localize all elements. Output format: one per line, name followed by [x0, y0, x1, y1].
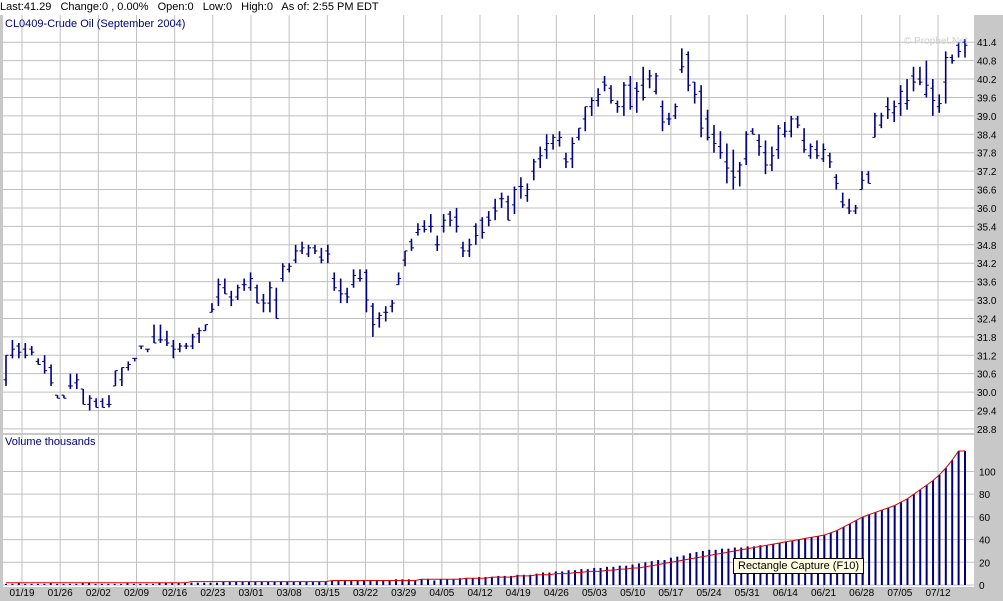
price-tick-label: 37.8 — [977, 149, 997, 160]
price-tick-label: 32.4 — [977, 314, 997, 325]
date-tick-label: 02/09 — [124, 588, 149, 599]
volume-tick-label: 60 — [979, 513, 991, 524]
date-tick-label: 06/28 — [849, 588, 874, 599]
price-tick-label: 33.0 — [977, 296, 997, 307]
chart-frame[interactable]: 41.4 40.8 40.2 39.6 39.0 38.4 37.8 37.2 36.6 36.0… — [0, 15, 1003, 601]
low-value: Low:0 — [202, 1, 233, 13]
change-value: Change:0 , 0.00% — [60, 1, 149, 13]
date-tick-label: 03/08 — [277, 588, 302, 599]
price-tick-label: 31.8 — [977, 333, 997, 344]
price-tick-label: 39.0 — [977, 112, 997, 123]
high-value: High:0 — [241, 1, 273, 13]
price-tick-label: 36.0 — [977, 204, 997, 215]
date-tick-label: 01/26 — [48, 588, 73, 599]
volume-chart-title: Volume thousands — [5, 436, 96, 448]
date-tick-label: 03/15 — [315, 588, 340, 599]
date-tick-label: 03/22 — [353, 588, 378, 599]
date-tick-label: 04/05 — [429, 588, 454, 599]
volume-tick-label: 100 — [979, 467, 996, 478]
date-tick-label: 02/16 — [162, 588, 187, 599]
volume-tick-label: 80 — [979, 490, 991, 501]
chart-canvas[interactable]: 41.4 40.8 40.2 39.6 39.0 38.4 37.8 37.2 36.6 36.0… — [0, 15, 1003, 601]
as-of-time: As of: 2:55 PM EDT — [281, 1, 379, 13]
price-tick-label: 28.8 — [977, 425, 997, 436]
price-axis: 41.4 40.8 40.2 39.6 39.0 38.4 37.8 37.2 36.6 36.0… — [977, 38, 997, 436]
price-tick-label: 29.4 — [977, 407, 997, 418]
price-tick-label: 33.6 — [977, 278, 997, 289]
date-tick-label: 01/19 — [9, 588, 34, 599]
volume-axis: 100 80 60 40 20 0 — [979, 467, 996, 592]
last-price: Last:41.29 — [0, 1, 52, 13]
price-tick-label: 35.4 — [977, 222, 997, 233]
open-value: Open:0 — [157, 1, 194, 13]
date-tick-label: 04/26 — [544, 588, 569, 599]
volume-tick-label: 20 — [979, 558, 991, 569]
price-tick-label: 37.2 — [977, 167, 997, 178]
price-tick-label: 41.4 — [977, 38, 997, 49]
tooltip: Rectangle Capture (F10) — [733, 558, 865, 574]
price-tick-label: 40.2 — [977, 75, 997, 86]
quote-bar: Last:41.29 Change:0 , 0.00% Open:0 Low:0… — [0, 0, 1003, 15]
date-tick-label: 06/21 — [811, 588, 836, 599]
price-tick-label: 30.0 — [977, 388, 997, 399]
price-tick-label: 39.6 — [977, 93, 997, 104]
date-tick-label: 05/24 — [696, 588, 721, 599]
price-tick-label: 40.8 — [977, 57, 997, 68]
date-tick-label: 05/10 — [620, 588, 645, 599]
date-tick-label: 03/01 — [238, 588, 263, 599]
price-tick-label: 34.2 — [977, 259, 997, 270]
price-tick-label: 30.6 — [977, 370, 997, 381]
date-tick-label: 07/05 — [887, 588, 912, 599]
price-chart-title: CL0409-Crude Oil (September 2004) — [5, 18, 185, 30]
date-tick-label: 07/12 — [925, 588, 950, 599]
date-tick-label: 05/31 — [735, 588, 760, 599]
date-tick-label: 05/17 — [658, 588, 683, 599]
date-tick-label: 02/02 — [86, 588, 111, 599]
date-axis: 01/19 01/26 02/02 02/09 02/16 02/23 03/01 03/08… — [9, 588, 950, 599]
date-tick-label: 02/23 — [200, 588, 225, 599]
price-tick-label: 34.8 — [977, 241, 997, 252]
price-tick-label: 31.2 — [977, 351, 997, 362]
date-tick-label: 04/12 — [467, 588, 492, 599]
price-tick-label: 38.4 — [977, 130, 997, 141]
date-tick-label: 04/19 — [506, 588, 531, 599]
date-tick-label: 06/14 — [773, 588, 798, 599]
date-tick-label: 03/29 — [391, 588, 416, 599]
watermark: © Prophet.Net — [904, 36, 968, 47]
volume-tick-label: 40 — [979, 536, 991, 547]
price-tick-label: 36.6 — [977, 186, 997, 197]
volume-tick-label: 0 — [979, 581, 985, 592]
date-tick-label: 05/03 — [582, 588, 607, 599]
